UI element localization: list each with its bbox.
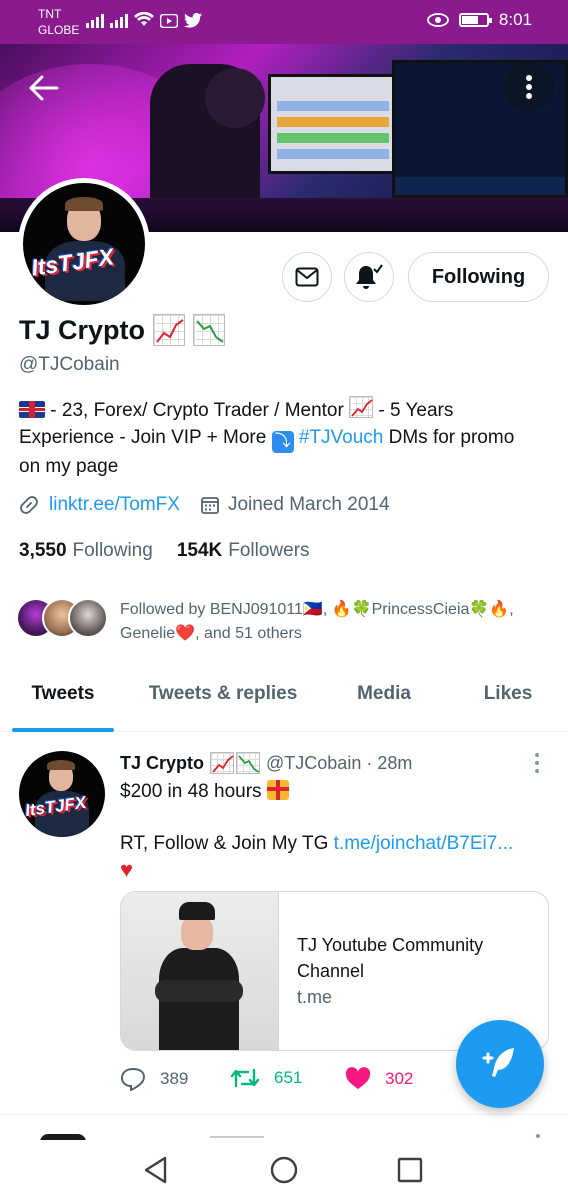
reply-button[interactable]: 389 bbox=[120, 1067, 188, 1091]
tweet-author-handle: @TJCobain bbox=[266, 752, 362, 773]
twitter-bird-icon bbox=[184, 13, 202, 28]
youtube-icon bbox=[160, 14, 178, 28]
status-icons-left bbox=[86, 12, 202, 28]
reply-icon bbox=[120, 1067, 146, 1091]
gift-icon bbox=[266, 780, 289, 800]
tweet-header: TJ Crypto @TJCobain · 28m bbox=[120, 752, 412, 774]
link-card-image bbox=[121, 892, 279, 1050]
more-options-button[interactable] bbox=[504, 62, 554, 112]
back-button[interactable] bbox=[22, 66, 66, 110]
followed-by[interactable]: Followed by BENJ091011🇵🇭, 🔥🍀PrincessCiei… bbox=[16, 598, 530, 646]
banner-monitor bbox=[268, 74, 398, 174]
link-card-domain: t.me bbox=[297, 987, 333, 1007]
following-button[interactable]: Following bbox=[408, 252, 549, 302]
link-card-title: TJ Youtube Community Channel bbox=[297, 935, 484, 981]
tweet-author-name[interactable]: TJ Crypto bbox=[120, 753, 204, 774]
carrier-line2: GLOBE bbox=[38, 23, 80, 37]
heart-filled-icon bbox=[345, 1067, 371, 1089]
message-button[interactable] bbox=[282, 252, 332, 302]
profile-avatar[interactable]: ItsTJFX bbox=[18, 178, 150, 310]
compose-tweet-icon bbox=[482, 1048, 514, 1077]
red-heart-icon: ♥ bbox=[120, 857, 134, 882]
banner-person bbox=[205, 68, 265, 128]
nav-back-button[interactable] bbox=[140, 1154, 172, 1186]
calendar-icon bbox=[201, 497, 219, 514]
tweet-time: · 28m bbox=[366, 752, 413, 773]
nav-home-button[interactable] bbox=[268, 1154, 300, 1186]
followers-count-link[interactable]: 154K Followers bbox=[177, 540, 310, 562]
nav-recents-button[interactable] bbox=[394, 1154, 426, 1186]
bell-check-icon bbox=[356, 264, 383, 289]
tweet-more-button[interactable] bbox=[527, 751, 547, 775]
carrier-line1: TNT bbox=[38, 7, 62, 21]
tweet-author-avatar[interactable]: ItsTJFX bbox=[19, 751, 105, 837]
status-bar: TNT GLOBE 8:01 bbox=[0, 0, 568, 44]
website-link[interactable]: linktr.ee/TomFX bbox=[49, 494, 180, 516]
arrow-down-right-icon: ⤵ bbox=[271, 431, 294, 453]
profile-meta: linktr.ee/TomFX Joined March 2014 bbox=[19, 494, 390, 516]
chart-up-icon bbox=[349, 396, 374, 418]
triangle-back-icon bbox=[144, 1156, 167, 1184]
following-count-link[interactable]: 3,550 Following bbox=[19, 540, 153, 562]
tweet-text: $200 in 48 hours RT, Follow & Join My TG… bbox=[120, 780, 514, 882]
tab-tweets-replies[interactable]: Tweets & replies bbox=[126, 656, 320, 732]
carrier-label: TNT GLOBE bbox=[38, 6, 79, 38]
profile-tabs: Tweets Tweets & replies Media Likes bbox=[0, 656, 568, 732]
chart-up-icon bbox=[210, 752, 235, 774]
tab-tweets[interactable]: Tweets bbox=[0, 656, 126, 732]
followed-by-text: Followed by BENJ091011🇵🇭, 🔥🍀PrincessCiei… bbox=[120, 601, 514, 642]
status-icons-right: 8:01 bbox=[427, 10, 532, 30]
arrow-left-icon bbox=[29, 75, 59, 101]
tweet-actions: 389 651 302 bbox=[120, 1067, 420, 1097]
system-nav-bar bbox=[0, 1140, 568, 1200]
profile-name: TJ Crypto bbox=[19, 314, 146, 345]
retweet-icon bbox=[230, 1068, 260, 1088]
follow-counts: 3,550 Following 154K Followers bbox=[19, 540, 334, 562]
signal-icon bbox=[86, 12, 104, 28]
hashtag-link[interactable]: #TJVouch bbox=[299, 427, 384, 448]
square-recents-icon bbox=[397, 1157, 423, 1183]
retweet-button[interactable]: 651 bbox=[230, 1067, 302, 1089]
joined-date: Joined March 2014 bbox=[227, 494, 390, 515]
circle-home-icon bbox=[270, 1156, 298, 1184]
uk-flag-icon bbox=[19, 401, 45, 418]
tab-media[interactable]: Media bbox=[320, 656, 448, 732]
telegram-link[interactable]: t.me/joinchat/B7Ei7... bbox=[334, 833, 514, 854]
compose-tweet-button[interactable] bbox=[456, 1020, 544, 1108]
clock: 8:01 bbox=[498, 10, 532, 29]
signal-icon-2 bbox=[110, 12, 128, 28]
chart-up-icon bbox=[153, 314, 186, 346]
eye-icon bbox=[427, 13, 449, 27]
battery-icon bbox=[458, 13, 492, 27]
mail-icon bbox=[295, 267, 319, 287]
more-vertical-icon bbox=[526, 75, 532, 99]
profile-bio: - 23, Forex/ Crypto Trader / Mentor - 5 … bbox=[19, 396, 539, 480]
link-icon bbox=[20, 496, 38, 514]
tab-likes[interactable]: Likes bbox=[448, 656, 568, 732]
next-tweet-peek bbox=[0, 1116, 568, 1142]
like-button[interactable]: 302 bbox=[345, 1067, 413, 1091]
chart-down-icon bbox=[236, 752, 261, 774]
profile-name-row: TJ Crypto bbox=[19, 314, 226, 346]
profile-handle: @TJCobain bbox=[19, 354, 120, 375]
wifi-icon bbox=[134, 12, 154, 26]
chart-down-icon bbox=[193, 314, 226, 346]
avatar bbox=[68, 598, 108, 638]
notifications-button[interactable] bbox=[344, 252, 394, 302]
